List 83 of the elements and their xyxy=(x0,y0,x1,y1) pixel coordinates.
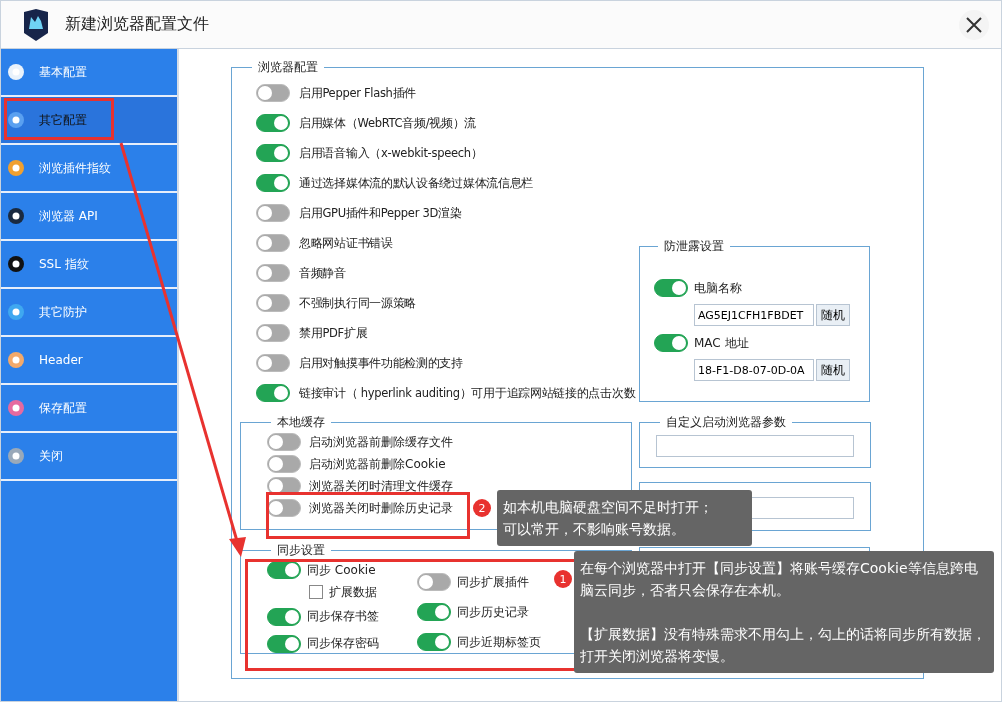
toggle-label: 启用Pepper Flash插件 xyxy=(299,85,416,101)
menu-icon xyxy=(7,63,25,81)
option-label: 同步保存书签 xyxy=(307,608,379,625)
menu-icon xyxy=(7,159,25,177)
group-title: 本地缓存 xyxy=(276,414,326,431)
toggle-switch[interactable] xyxy=(256,174,290,192)
window-title: 新建浏览器配置文件 xyxy=(65,14,209,35)
option-label: 同步近期标签页 xyxy=(457,633,541,651)
toggle-label: 启用GPU插件和Pepper 3D渲染 xyxy=(299,205,462,221)
sidebar-item[interactable]: Header xyxy=(1,337,177,385)
number-badge: 1 xyxy=(554,570,572,588)
menu-icon xyxy=(7,447,25,465)
group-title: 浏览器配置 xyxy=(257,59,319,76)
menu-icon xyxy=(7,303,25,321)
number-badge: 2 xyxy=(473,499,491,517)
toggle-label: 启动浏览器前删除Cookie xyxy=(309,455,446,473)
sidebar-item[interactable]: 浏览器 API xyxy=(1,193,177,241)
toggle-label: 浏览器关闭时删除历史记录 xyxy=(309,499,453,517)
toggle-label: 启用媒体（WebRTC音频/视频）流 xyxy=(299,115,477,131)
toggle-switch[interactable] xyxy=(417,633,451,651)
group-title: 防泄露设置 xyxy=(663,238,725,255)
sidebar-item[interactable]: 关闭 xyxy=(1,433,177,481)
toggle-label: 启动浏览器前删除缓存文件 xyxy=(309,433,453,451)
option-label: 同步保存密码 xyxy=(307,635,379,652)
toggle-switch[interactable] xyxy=(256,324,290,342)
toggle-switch[interactable] xyxy=(267,499,301,517)
sidebar-item[interactable]: 浏览插件指纹 xyxy=(1,145,177,193)
toggle-label: 电脑名称 xyxy=(694,279,742,297)
toggle-label: 音频静音 xyxy=(299,265,346,281)
toggle-label: 链接审计（ hyperlink auditing）可用于追踪网站链接的点击次数 xyxy=(299,385,636,401)
toggle-switch[interactable] xyxy=(256,114,290,132)
toggle-switch[interactable] xyxy=(256,204,290,222)
app-logo-icon xyxy=(23,8,49,41)
random-button[interactable]: 随机 xyxy=(816,304,850,326)
close-icon xyxy=(966,16,982,33)
toggle-label: 忽略网站证书错误 xyxy=(299,235,393,251)
sidebar-item[interactable]: SSL 指纹 xyxy=(1,241,177,289)
option-label: 同步 Cookie xyxy=(307,561,376,579)
option-label: 同步历史记录 xyxy=(457,603,529,621)
toggle-switch[interactable] xyxy=(267,634,301,653)
tooltip-text: 【扩展数据】没有特殊需求不用勾上，勾上的话将同步所有数据，打开关闭浏览器将变慢。 xyxy=(580,625,987,666)
toggle-label: 通过选择媒体流的默认设备绕过媒体流信息栏 xyxy=(299,175,533,191)
tooltip-text: 在每个浏览器中打开【同步设置】将账号缓存Cookie等信息跨电脑云同步，否者只会保存在本机。 xyxy=(580,559,979,600)
menu-icon xyxy=(7,255,25,273)
toggle-label: MAC 地址 xyxy=(694,334,749,352)
toggle-switch[interactable] xyxy=(256,384,290,402)
toggle-label: 浏览器关闭时清理文件缓存 xyxy=(309,477,453,495)
text-field[interactable]: AG5EJ1CFH1FBDET xyxy=(694,304,814,326)
random-button[interactable]: 随机 xyxy=(816,359,850,381)
toggle-switch[interactable] xyxy=(256,84,290,102)
sidebar-item[interactable]: 其它配置 xyxy=(1,97,177,145)
sidebar-item[interactable]: 保存配置 xyxy=(1,385,177,433)
toggle-switch[interactable] xyxy=(256,234,290,252)
menu-icon xyxy=(7,399,25,417)
group-title: 同步设置 xyxy=(276,542,326,559)
toggle-label: 启用对触摸事件功能检测的支持 xyxy=(299,355,463,371)
sidebar-item[interactable]: 其它防护 xyxy=(1,289,177,337)
text-field[interactable] xyxy=(656,435,854,457)
toggle-switch[interactable] xyxy=(654,279,688,297)
toggle-switch[interactable] xyxy=(267,433,301,451)
toggle-switch[interactable] xyxy=(256,144,290,162)
menu-icon xyxy=(7,351,25,369)
toggle-switch[interactable] xyxy=(267,455,301,473)
close-button[interactable] xyxy=(959,9,989,40)
toggle-switch[interactable] xyxy=(417,573,451,591)
text-field[interactable]: 18-F1-D8-07-0D-0A xyxy=(694,359,814,381)
toggle-switch[interactable] xyxy=(267,607,301,626)
toggle-switch[interactable] xyxy=(654,334,688,352)
tooltip-text: 如本机电脑硬盘空间不足时打开； xyxy=(503,498,714,517)
toggle-switch[interactable] xyxy=(256,294,290,312)
toggle-label: 不强制执行同一源策略 xyxy=(299,295,416,311)
toggle-switch[interactable] xyxy=(256,264,290,282)
group-title: 自定义启动浏览器参数 xyxy=(665,414,787,431)
tooltip-text: 可以常开，不影响账号数据。 xyxy=(503,520,686,539)
option-label: 同步扩展插件 xyxy=(457,573,529,591)
option-label: 扩展数据 xyxy=(329,583,377,601)
menu-icon xyxy=(7,111,25,129)
toggle-switch[interactable] xyxy=(417,603,451,621)
checkbox[interactable] xyxy=(309,585,323,599)
toggle-label: 启用语音输入（x-webkit-speech） xyxy=(299,145,483,161)
menu-icon xyxy=(7,207,25,225)
toggle-switch[interactable] xyxy=(256,354,290,372)
toggle-label: 禁用PDF扩展 xyxy=(299,325,368,341)
